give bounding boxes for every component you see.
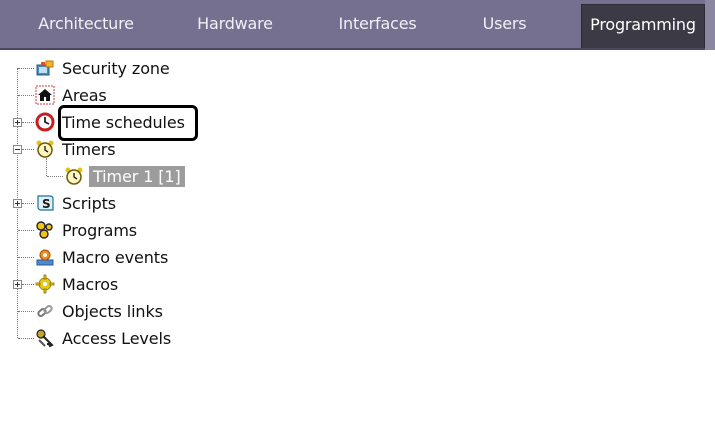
tree-item-areas[interactable]: Areas [35, 84, 107, 106]
expand-scripts[interactable] [13, 199, 22, 208]
tree-item-label-selected: Timer 1 [1] [89, 165, 185, 187]
tree-branch [22, 122, 34, 123]
tree-branch [47, 176, 63, 177]
tree-item-label: Scripts [62, 193, 117, 213]
clock-icon [35, 112, 55, 132]
tree-item-timer-1[interactable]: Timer 1 [1] [64, 165, 185, 187]
tree-branch [18, 95, 34, 96]
tree-branch [18, 257, 34, 258]
tree-item-access-levels[interactable]: Access Levels [35, 327, 171, 349]
programs-icon [35, 220, 55, 240]
tree-item-label: Macros [62, 274, 119, 294]
tree-item-programs[interactable]: Programs [35, 219, 137, 241]
tree-item-scripts[interactable]: S Scripts [35, 192, 116, 214]
security-zone-icon [35, 58, 55, 78]
tree-branch [18, 68, 34, 69]
link-icon [35, 301, 55, 321]
tree-item-label: Programs [62, 220, 138, 240]
tree-item-label: Objects links [62, 301, 163, 321]
tree-branch [22, 149, 34, 150]
alarm-clock-icon [35, 139, 55, 159]
tree-branch [18, 230, 34, 231]
tree-item-label: Timers [62, 139, 116, 159]
tree-branch [18, 338, 34, 339]
gear-icon [35, 274, 55, 294]
collapse-timers[interactable] [13, 145, 22, 154]
selection-highlight-box [58, 105, 198, 141]
tree-branch [18, 311, 34, 312]
alarm-clock-icon [64, 166, 84, 186]
tree-item-objects-links[interactable]: Objects links [35, 300, 163, 322]
macro-event-icon [35, 247, 55, 267]
svg-text:S: S [42, 197, 51, 211]
house-icon [35, 85, 55, 105]
tree-item-label: Macro events [62, 247, 169, 267]
expand-macros[interactable] [13, 280, 22, 289]
tree-item-label: Areas [62, 85, 107, 105]
tree-child-line [46, 158, 47, 176]
object-tree: Security zone Areas Time schedules Timer… [0, 0, 715, 444]
tree-item-label: Access Levels [62, 328, 172, 348]
expand-time-schedules[interactable] [13, 118, 22, 127]
tree-item-macro-events[interactable]: Macro events [35, 246, 168, 268]
tree-branch [22, 284, 34, 285]
tree-item-security-zone[interactable]: Security zone [35, 57, 170, 79]
tree-item-timers[interactable]: Timers [35, 138, 116, 160]
tree-item-label: Security zone [62, 58, 170, 78]
script-icon: S [35, 193, 55, 213]
keys-icon [35, 328, 55, 348]
tree-branch [22, 203, 34, 204]
tree-item-macros[interactable]: Macros [35, 273, 118, 295]
